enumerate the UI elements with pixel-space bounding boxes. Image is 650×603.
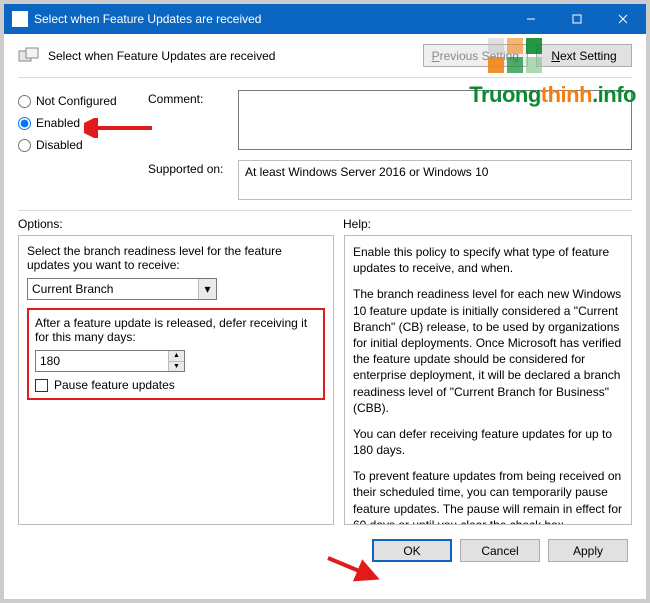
header-row: Select when Feature Updates are received…: [4, 34, 646, 73]
radio-disabled[interactable]: [18, 139, 31, 152]
comment-input[interactable]: [238, 90, 632, 150]
help-text: To prevent feature updates from being re…: [353, 468, 623, 525]
branch-readiness-value: Current Branch: [32, 282, 113, 296]
pause-feature-updates-checkbox[interactable]: [35, 379, 48, 392]
minimize-button[interactable]: [508, 4, 554, 34]
defer-days-spinner[interactable]: 180 ▲ ▼: [35, 350, 185, 372]
previous-setting-button[interactable]: Previous Setting: [423, 44, 528, 67]
help-text: You can defer receiving feature updates …: [353, 426, 623, 458]
maximize-button[interactable]: [554, 4, 600, 34]
radio-enabled-label: Enabled: [36, 116, 80, 130]
divider: [18, 210, 632, 211]
defer-days-label: After a feature update is released, defe…: [35, 316, 317, 344]
state-radiogroup: Not Configured Enabled Disabled: [18, 90, 148, 200]
supported-on-value: At least Windows Server 2016 or Windows …: [238, 160, 632, 200]
radio-enabled[interactable]: [18, 117, 31, 130]
page-title: Select when Feature Updates are received: [48, 49, 415, 63]
dialog-button-row: OK Cancel Apply: [4, 525, 646, 562]
defer-days-value: 180: [40, 354, 60, 368]
spinner-down-icon[interactable]: ▼: [169, 362, 184, 372]
branch-readiness-label: Select the branch readiness level for th…: [27, 244, 325, 272]
close-button[interactable]: [600, 4, 646, 34]
next-setting-button[interactable]: Next Setting: [536, 44, 632, 67]
radio-not-configured[interactable]: [18, 95, 31, 108]
options-label: Options:: [18, 217, 343, 231]
divider: [18, 77, 632, 78]
help-pane[interactable]: Enable this policy to specify what type …: [344, 235, 632, 525]
apply-button[interactable]: Apply: [548, 539, 628, 562]
comment-label: Comment:: [148, 90, 238, 150]
window-title: Select when Feature Updates are received: [34, 12, 508, 26]
branch-readiness-combobox[interactable]: Current Branch ▾: [27, 278, 217, 300]
ok-button[interactable]: OK: [372, 539, 452, 562]
chevron-down-icon: ▾: [198, 279, 216, 299]
gpedit-icon: [12, 11, 28, 27]
options-pane: Select the branch readiness level for th…: [18, 235, 334, 525]
top-config-panel: Not Configured Enabled Disabled Comment:…: [4, 86, 646, 210]
spinner-up-icon[interactable]: ▲: [169, 351, 184, 362]
radio-disabled-label: Disabled: [36, 138, 83, 152]
titlebar: Select when Feature Updates are received: [4, 4, 646, 34]
help-text: The branch readiness level for each new …: [353, 286, 623, 416]
cancel-button[interactable]: Cancel: [460, 539, 540, 562]
spinner-buttons[interactable]: ▲ ▼: [168, 351, 184, 371]
supported-on-label: Supported on:: [148, 160, 238, 200]
help-label: Help:: [343, 217, 371, 231]
radio-not-configured-label: Not Configured: [36, 94, 117, 108]
policy-icon: [18, 47, 40, 65]
annotation-red-box: After a feature update is released, defe…: [27, 308, 325, 400]
pause-feature-updates-label: Pause feature updates: [54, 378, 175, 392]
section-labels: Options: Help:: [4, 217, 646, 235]
help-text: Enable this policy to specify what type …: [353, 244, 623, 276]
panes: Select the branch readiness level for th…: [4, 235, 646, 525]
